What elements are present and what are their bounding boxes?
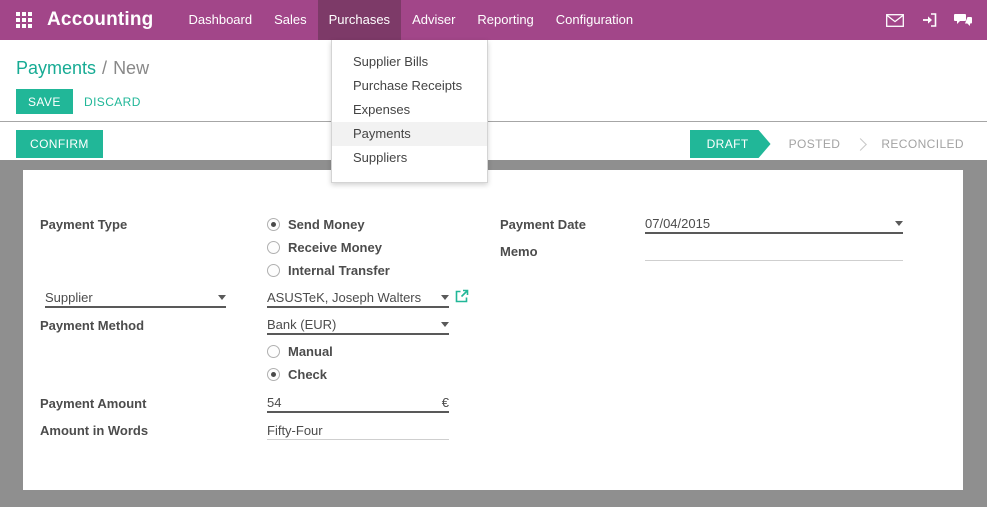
radio-selected-icon: [267, 218, 280, 231]
app-title: Accounting: [47, 9, 154, 31]
dropdown-item-purchase-receipts[interactable]: Purchase Receipts: [332, 74, 487, 98]
memo-field[interactable]: [645, 242, 903, 261]
panel-divider: [0, 121, 987, 122]
partner-type-select[interactable]: Supplier: [45, 289, 226, 308]
radio-unselected-icon: [267, 241, 280, 254]
menu-dashboard[interactable]: Dashboard: [178, 0, 264, 40]
status-reconciled[interactable]: RECONCILED: [867, 130, 978, 158]
breadcrumb-payments-link[interactable]: Payments: [16, 58, 96, 78]
radio-check[interactable]: Check: [267, 367, 327, 382]
control-panel: Payments / New SAVE DISCARD CONFIRM DRAFT …: [0, 40, 987, 160]
chevron-down-icon[interactable]: [895, 221, 903, 226]
save-button[interactable]: SAVE: [16, 89, 73, 114]
payment-amount-label: Payment Amount: [40, 396, 146, 411]
sign-in-icon[interactable]: [921, 12, 937, 28]
chevron-down-icon[interactable]: [441, 322, 449, 327]
dropdown-item-supplier-bills[interactable]: Supplier Bills: [332, 50, 487, 74]
menu-reporting[interactable]: Reporting: [466, 0, 544, 40]
partner-field[interactable]: ASUSTeK, Joseph Walters: [267, 289, 449, 308]
chat-bubbles-icon[interactable]: [954, 13, 973, 28]
payment-type-label: Payment Type: [40, 217, 127, 232]
dropdown-item-suppliers[interactable]: Suppliers: [332, 146, 487, 170]
radio-manual[interactable]: Manual: [267, 344, 333, 359]
status-posted[interactable]: POSTED: [775, 130, 855, 158]
status-bar: DRAFT POSTED RECONCILED: [690, 130, 978, 158]
main-menu: Dashboard Sales Purchases Adviser Report…: [178, 0, 645, 40]
memo-label: Memo: [500, 244, 538, 259]
external-link-icon[interactable]: [455, 289, 469, 308]
radio-internal-transfer[interactable]: Internal Transfer: [267, 263, 390, 278]
form-sheet: Payment Type Send Money Receive Money In…: [23, 170, 963, 490]
payment-method-label: Payment Method: [40, 318, 144, 333]
chevron-down-icon[interactable]: [218, 295, 226, 300]
breadcrumb-current: New: [113, 58, 149, 78]
status-draft[interactable]: DRAFT: [690, 130, 771, 158]
currency-symbol: €: [442, 395, 449, 410]
chevron-right-icon: [854, 138, 867, 151]
amount-in-words-label: Amount in Words: [40, 423, 148, 438]
envelope-icon[interactable]: [886, 14, 904, 27]
dropdown-item-payments[interactable]: Payments: [332, 122, 487, 146]
confirm-button[interactable]: CONFIRM: [16, 130, 103, 158]
top-navbar: Accounting Dashboard Sales Purchases Adv…: [0, 0, 987, 40]
menu-purchases[interactable]: Purchases: [318, 0, 401, 40]
menu-sales[interactable]: Sales: [263, 0, 318, 40]
breadcrumb-separator: /: [102, 58, 107, 78]
radio-unselected-icon: [267, 345, 280, 358]
amount-in-words-field[interactable]: Fifty-Four: [267, 421, 449, 440]
radio-send-money[interactable]: Send Money: [267, 217, 365, 232]
radio-receive-money[interactable]: Receive Money: [267, 240, 382, 255]
navbar-icons: [886, 12, 973, 28]
dropdown-item-expenses[interactable]: Expenses: [332, 98, 487, 122]
menu-configuration[interactable]: Configuration: [545, 0, 644, 40]
apps-grid-icon[interactable]: [16, 12, 33, 28]
breadcrumb: Payments / New: [16, 58, 149, 79]
payment-date-label: Payment Date: [500, 217, 586, 232]
radio-unselected-icon: [267, 264, 280, 277]
discard-button[interactable]: DISCARD: [79, 89, 146, 114]
chevron-down-icon[interactable]: [441, 295, 449, 300]
radio-selected-icon: [267, 368, 280, 381]
purchases-dropdown-menu: Supplier Bills Purchase Receipts Expense…: [331, 40, 488, 183]
menu-adviser[interactable]: Adviser: [401, 0, 466, 40]
payment-date-field[interactable]: 07/04/2015: [645, 215, 903, 234]
payment-amount-field[interactable]: 54 €: [267, 394, 449, 413]
payment-method-field[interactable]: Bank (EUR): [267, 316, 449, 335]
